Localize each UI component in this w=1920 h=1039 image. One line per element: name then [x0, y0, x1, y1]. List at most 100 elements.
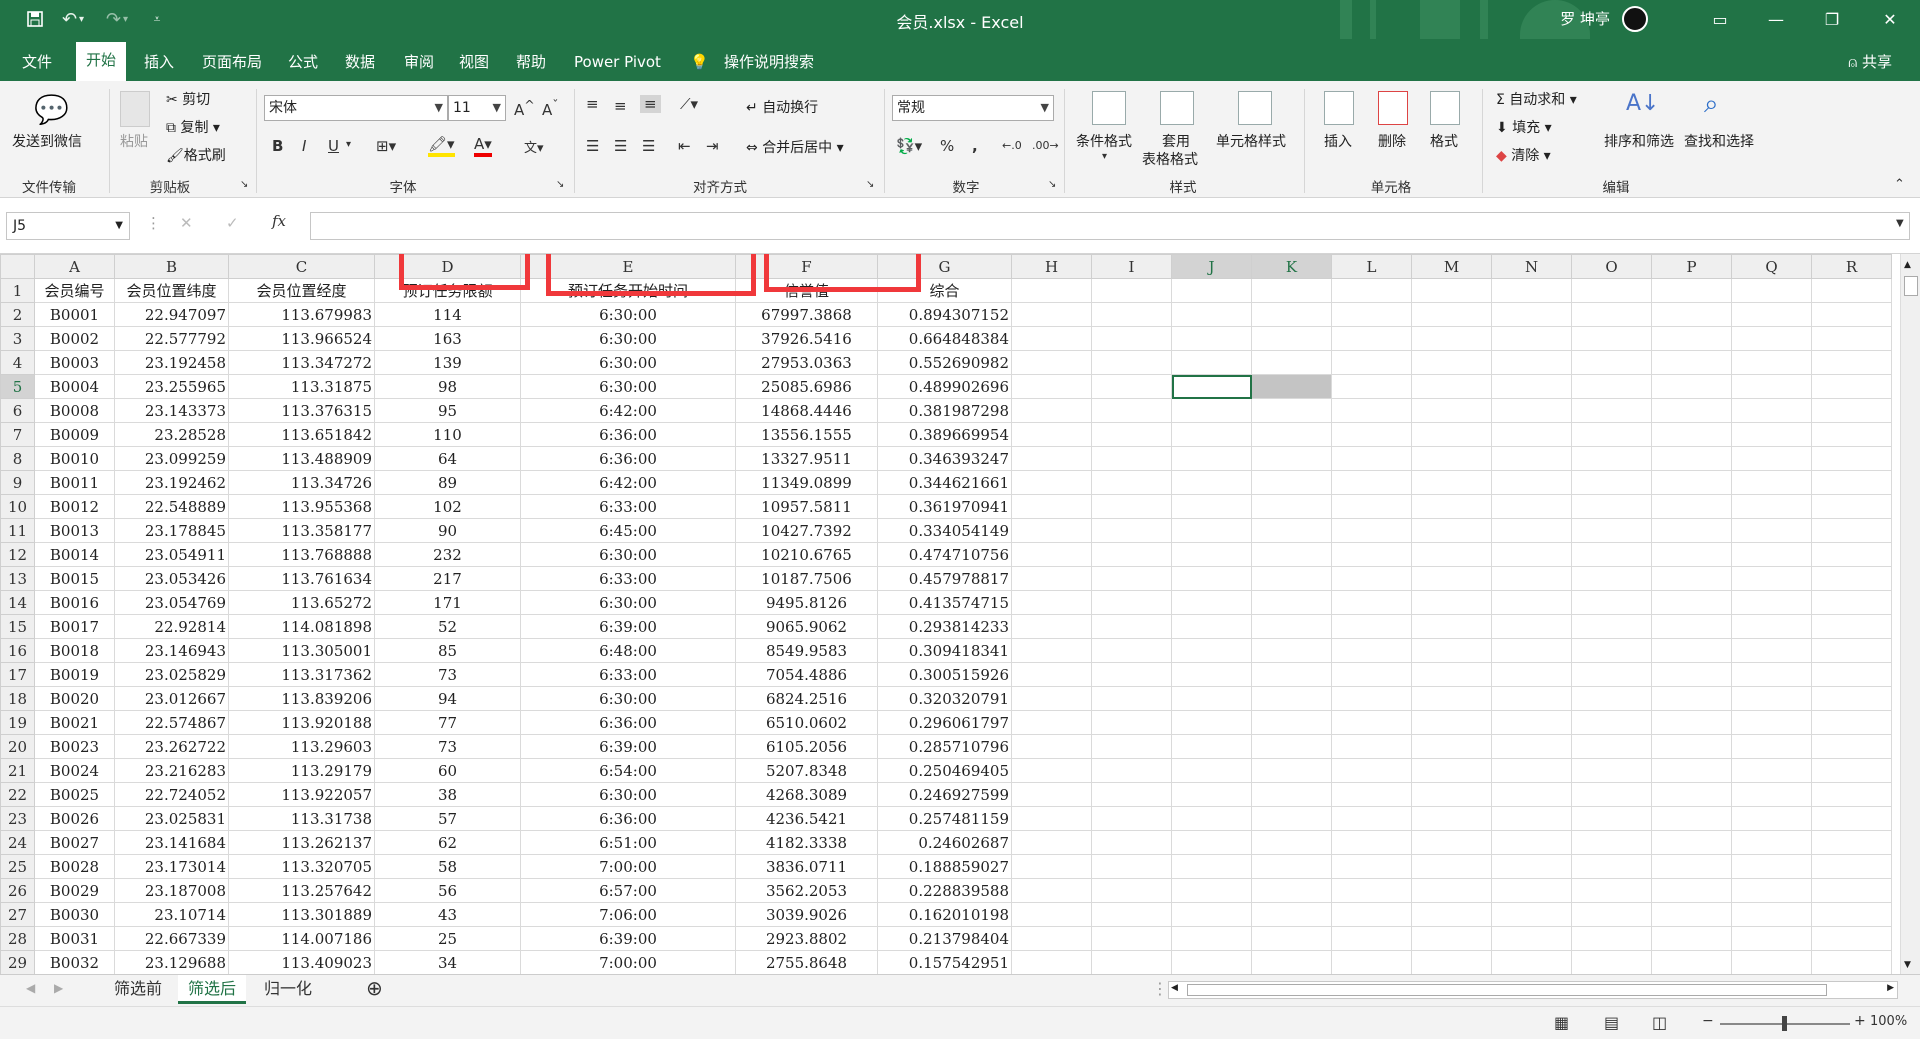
data-cell[interactable]: 10957.5811: [735, 494, 878, 519]
data-cell[interactable]: 0.228839588: [877, 878, 1012, 903]
empty-cell[interactable]: [1091, 590, 1172, 615]
empty-cell[interactable]: [1411, 590, 1492, 615]
empty-cell[interactable]: [1171, 542, 1252, 567]
empty-cell[interactable]: [1651, 398, 1732, 423]
data-cell[interactable]: 0.188859027: [877, 854, 1012, 879]
data-cell[interactable]: 171: [374, 590, 521, 615]
empty-cell[interactable]: [1011, 662, 1092, 687]
data-cell[interactable]: 4268.3089: [735, 782, 878, 807]
column-header[interactable]: I: [1091, 254, 1172, 279]
data-cell[interactable]: 90: [374, 518, 521, 543]
column-header[interactable]: E: [520, 254, 736, 279]
scroll-up-icon[interactable]: ▲: [1904, 260, 1911, 270]
data-cell[interactable]: B0002: [34, 326, 115, 351]
empty-cell[interactable]: [1731, 590, 1812, 615]
empty-cell[interactable]: [1251, 494, 1332, 519]
column-header[interactable]: K: [1251, 254, 1332, 279]
data-cell[interactable]: 2923.8802: [735, 926, 878, 951]
enter-icon[interactable]: ✓: [226, 214, 239, 232]
empty-cell[interactable]: [1011, 566, 1092, 591]
data-cell[interactable]: 60: [374, 758, 521, 783]
empty-cell[interactable]: [1411, 422, 1492, 447]
data-cell[interactable]: B0032: [34, 950, 115, 974]
data-cell[interactable]: 217: [374, 566, 521, 591]
empty-cell[interactable]: [1011, 422, 1092, 447]
data-cell[interactable]: 23.025831: [114, 806, 229, 831]
empty-cell[interactable]: [1571, 278, 1652, 303]
column-header[interactable]: C: [228, 254, 375, 279]
share-button[interactable]: ⍝ 共享: [1848, 51, 1892, 72]
data-cell[interactable]: 113.320705: [228, 854, 375, 879]
column-header[interactable]: A: [34, 254, 115, 279]
empty-cell[interactable]: [1011, 326, 1092, 351]
tab-review[interactable]: 审阅: [404, 50, 434, 74]
data-cell[interactable]: 113.768888: [228, 542, 375, 567]
row-header[interactable]: 8: [0, 446, 35, 471]
data-cell[interactable]: B0015: [34, 566, 115, 591]
data-cell[interactable]: 23.255965: [114, 374, 229, 399]
empty-cell[interactable]: [1731, 878, 1812, 903]
empty-cell[interactable]: [1411, 902, 1492, 927]
empty-cell[interactable]: [1651, 878, 1732, 903]
column-header[interactable]: B: [114, 254, 229, 279]
empty-cell[interactable]: [1171, 902, 1252, 927]
name-box[interactable]: J5 ▼: [6, 212, 130, 240]
data-cell[interactable]: 0.157542951: [877, 950, 1012, 974]
empty-cell[interactable]: [1491, 710, 1572, 735]
data-cell[interactable]: B0004: [34, 374, 115, 399]
empty-cell[interactable]: [1331, 926, 1412, 951]
empty-cell[interactable]: [1811, 350, 1892, 375]
empty-cell[interactable]: [1491, 566, 1572, 591]
empty-cell[interactable]: [1731, 566, 1812, 591]
insert-cells-icon[interactable]: [1324, 91, 1354, 125]
empty-cell[interactable]: [1171, 830, 1252, 855]
empty-cell[interactable]: [1651, 854, 1732, 879]
data-cell[interactable]: 6:30:00: [520, 374, 736, 399]
empty-cell[interactable]: [1811, 710, 1892, 735]
empty-cell[interactable]: [1571, 590, 1652, 615]
data-cell[interactable]: 23.025829: [114, 662, 229, 687]
data-cell[interactable]: 6:54:00: [520, 758, 736, 783]
empty-cell[interactable]: [1411, 542, 1492, 567]
data-cell[interactable]: 113.29179: [228, 758, 375, 783]
empty-cell[interactable]: [1491, 302, 1572, 327]
empty-cell[interactable]: [1171, 878, 1252, 903]
empty-cell[interactable]: [1811, 278, 1892, 303]
empty-cell[interactable]: [1491, 326, 1572, 351]
header-cell[interactable]: 预订任务限额: [374, 278, 521, 303]
row-header[interactable]: 15: [0, 614, 35, 639]
data-cell[interactable]: 0.300515926: [877, 662, 1012, 687]
chevron-down-icon[interactable]: ▾: [346, 139, 351, 150]
empty-cell[interactable]: [1251, 638, 1332, 663]
empty-cell[interactable]: [1091, 734, 1172, 759]
empty-cell[interactable]: [1651, 806, 1732, 831]
empty-cell[interactable]: [1491, 422, 1572, 447]
column-header[interactable]: R: [1811, 254, 1892, 279]
empty-cell[interactable]: [1011, 542, 1092, 567]
data-cell[interactable]: 4182.3338: [735, 830, 878, 855]
empty-cell[interactable]: [1731, 902, 1812, 927]
formula-input[interactable]: [310, 212, 1910, 240]
empty-cell[interactable]: [1011, 398, 1092, 423]
empty-cell[interactable]: [1331, 566, 1412, 591]
align-left-icon[interactable]: ☰: [586, 137, 599, 155]
empty-cell[interactable]: [1411, 302, 1492, 327]
empty-cell[interactable]: [1571, 470, 1652, 495]
data-cell[interactable]: 113.376315: [228, 398, 375, 423]
empty-cell[interactable]: [1731, 518, 1812, 543]
data-cell[interactable]: 13556.1555: [735, 422, 878, 447]
data-cell[interactable]: 0.162010198: [877, 902, 1012, 927]
data-cell[interactable]: 0.489902696: [877, 374, 1012, 399]
empty-cell[interactable]: [1491, 470, 1572, 495]
data-cell[interactable]: 113.301889: [228, 902, 375, 927]
data-cell[interactable]: 34: [374, 950, 521, 974]
row-header[interactable]: 14: [0, 590, 35, 615]
empty-cell[interactable]: [1171, 686, 1252, 711]
empty-cell[interactable]: [1171, 422, 1252, 447]
minimize-icon[interactable]: —: [1748, 0, 1804, 39]
format-cells-icon[interactable]: [1430, 91, 1460, 125]
data-cell[interactable]: 110: [374, 422, 521, 447]
empty-cell[interactable]: [1331, 758, 1412, 783]
empty-cell[interactable]: [1011, 950, 1092, 974]
data-cell[interactable]: 0.246927599: [877, 782, 1012, 807]
